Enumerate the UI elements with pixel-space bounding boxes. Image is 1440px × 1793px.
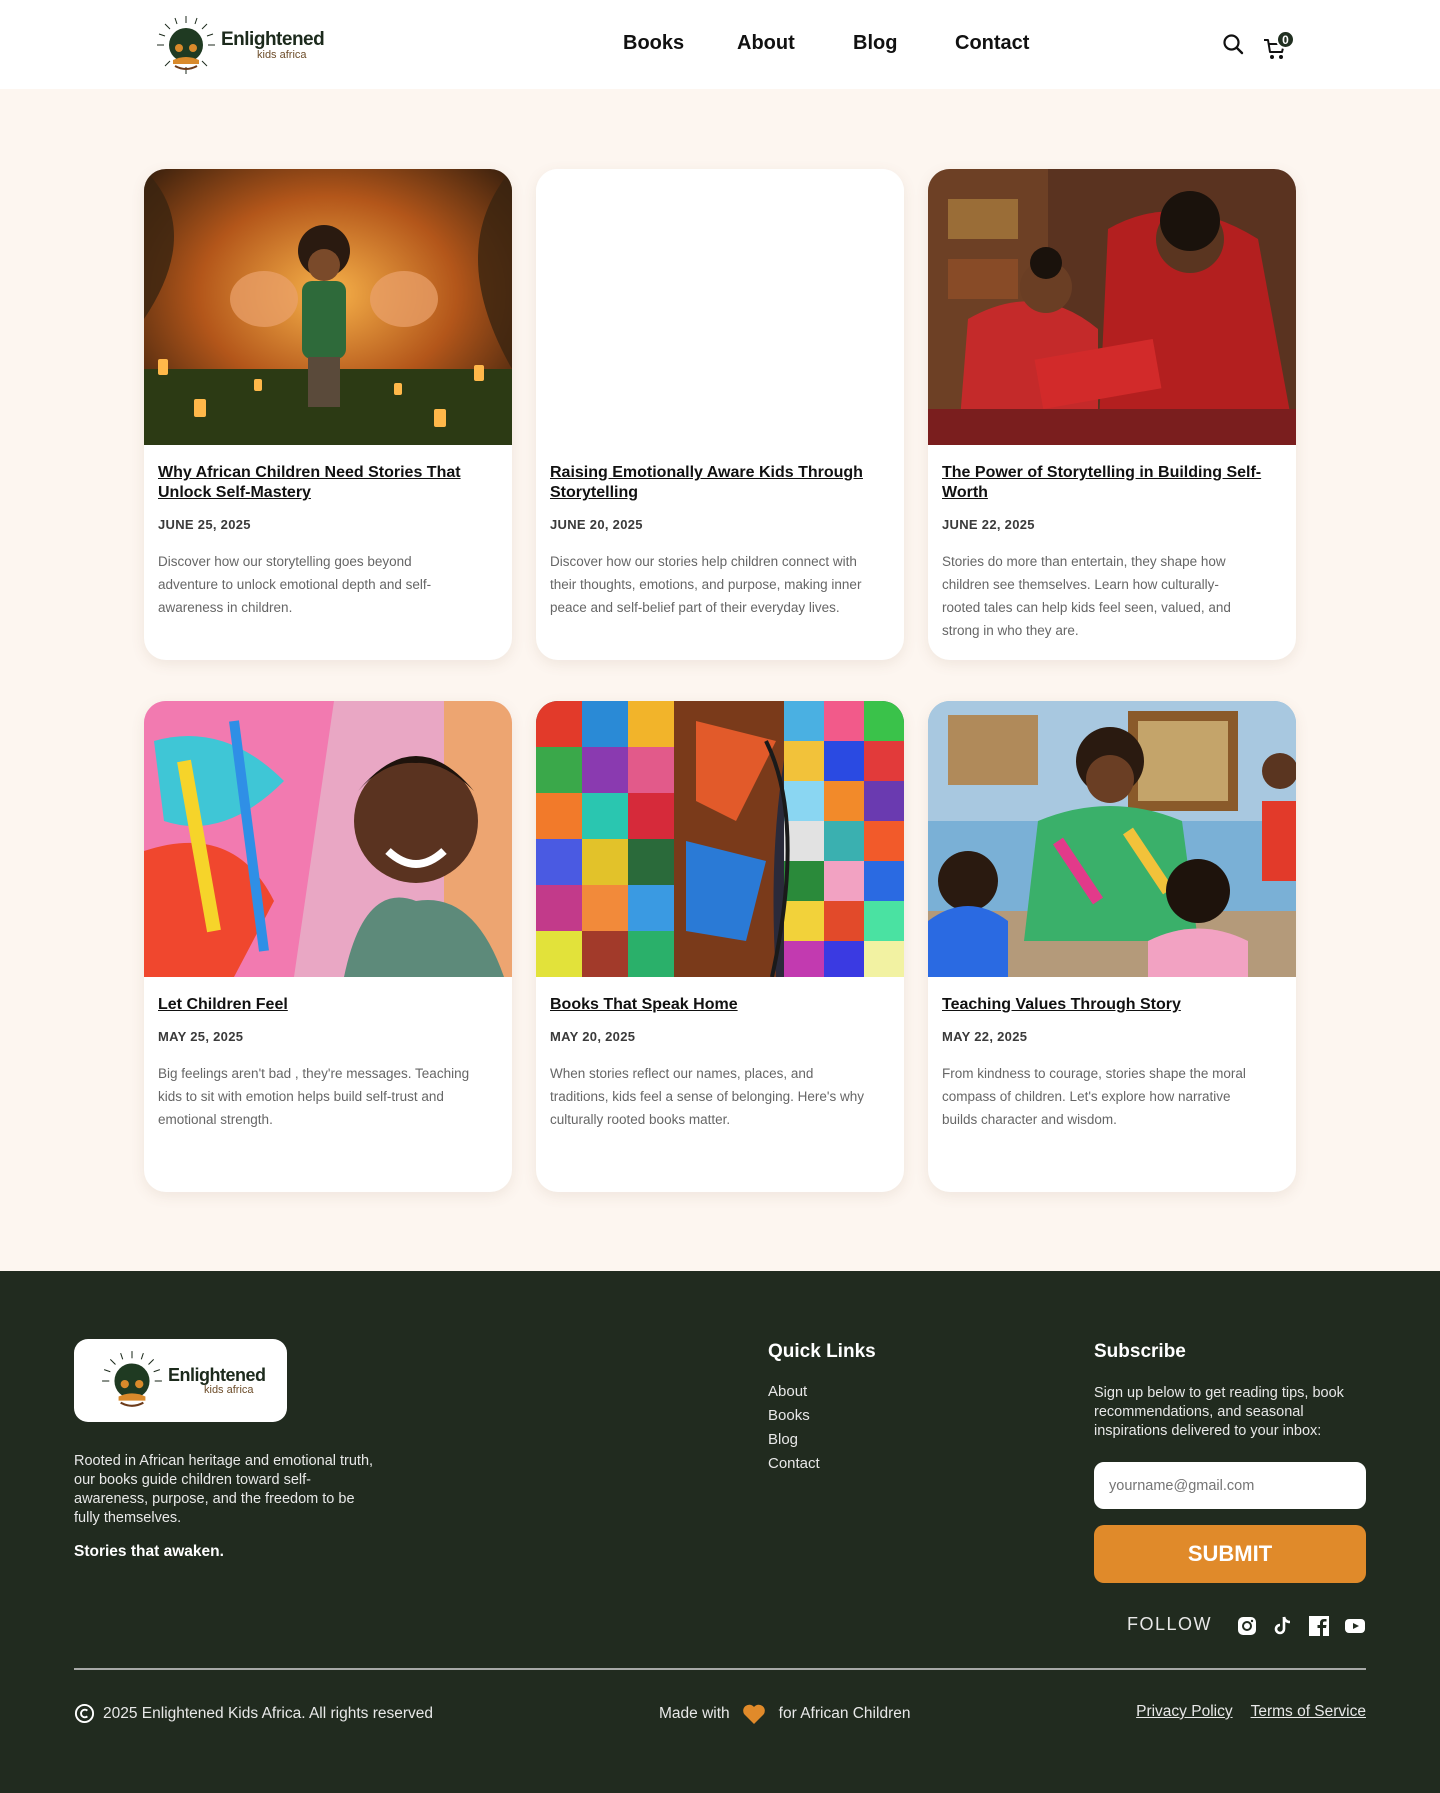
nav-contact[interactable]: Contact — [955, 32, 1045, 55]
blog-card[interactable]: Raising Emotionally Aware Kids Through S… — [536, 169, 904, 660]
search-icon[interactable] — [1222, 33, 1244, 55]
made-with-prefix: Made with — [659, 1705, 730, 1722]
blog-card[interactable]: The Power of Storytelling in Building Se… — [928, 169, 1296, 660]
post-image — [144, 701, 512, 977]
site-logo[interactable]: Enlightened kids africa — [155, 14, 325, 76]
logo-mark-icon — [102, 1350, 162, 1407]
footer-link-about[interactable]: About — [768, 1383, 807, 1400]
copyright-text: 2025 Enlightened Kids Africa. All rights… — [103, 1704, 433, 1722]
subscribe-heading: Subscribe — [1094, 1341, 1186, 1362]
footer-tagline: Stories that awaken. — [74, 1543, 224, 1560]
email-field[interactable] — [1094, 1462, 1366, 1509]
footer-logo[interactable]: Enlightened kids africa — [74, 1339, 287, 1422]
nav-books[interactable]: Books — [623, 32, 737, 55]
youtube-icon[interactable] — [1344, 1615, 1366, 1637]
post-title[interactable]: Teaching Values Through Story — [942, 995, 1262, 1015]
post-title[interactable]: Why African Children Need Stories That U… — [158, 463, 478, 503]
post-title[interactable]: Raising Emotionally Aware Kids Through S… — [550, 463, 870, 503]
instagram-icon[interactable] — [1236, 1615, 1258, 1637]
logo-subname: kids africa — [257, 48, 307, 61]
nav-about[interactable]: About — [737, 32, 853, 55]
site-footer: Enlightened kids africa Rooted in Africa… — [0, 1271, 1440, 1793]
post-image — [144, 169, 512, 445]
blog-card[interactable]: Why African Children Need Stories That U… — [144, 169, 512, 660]
logo-mark-icon — [157, 16, 215, 74]
post-title[interactable]: The Power of Storytelling in Building Se… — [942, 463, 1262, 503]
quick-links: About Books Blog Contact — [768, 1383, 820, 1479]
post-date: JUNE 22, 2025 — [942, 517, 1035, 532]
footer-link-blog[interactable]: Blog — [768, 1431, 798, 1448]
footer-link-contact[interactable]: Contact — [768, 1455, 820, 1472]
tiktok-icon[interactable] — [1272, 1615, 1294, 1637]
made-with: Made with for African Children — [659, 1703, 910, 1725]
post-date: MAY 22, 2025 — [942, 1029, 1028, 1044]
post-date: MAY 25, 2025 — [158, 1029, 244, 1044]
nav-blog[interactable]: Blog — [853, 32, 955, 55]
copyright: 2025 Enlightened Kids Africa. All rights… — [74, 1703, 433, 1724]
cart-button[interactable]: 0 — [1262, 30, 1298, 62]
privacy-policy-link[interactable]: Privacy Policy — [1136, 1703, 1232, 1721]
post-image — [928, 701, 1296, 977]
blog-card[interactable]: Teaching Values Through Story MAY 22, 20… — [928, 701, 1296, 1192]
quick-links-heading: Quick Links — [768, 1341, 876, 1362]
footer-about: Rooted in African heritage and emotional… — [74, 1453, 374, 1526]
post-excerpt: Big feelings aren't bad , they're messag… — [158, 1066, 470, 1127]
footer-link-books[interactable]: Books — [768, 1407, 810, 1424]
blog-card[interactable]: Books That Speak Home MAY 20, 2025 When … — [536, 701, 904, 1192]
post-date: MAY 20, 2025 — [550, 1029, 636, 1044]
post-excerpt: Discover how our storytelling goes beyon… — [158, 554, 432, 615]
facebook-icon[interactable] — [1308, 1615, 1330, 1637]
subscribe-text: Sign up below to get reading tips, book … — [1094, 1385, 1344, 1439]
copyright-icon — [74, 1703, 95, 1724]
made-with-suffix: for African Children — [778, 1705, 911, 1722]
footer-divider — [74, 1668, 1366, 1670]
blog-card[interactable]: Let Children Feel MAY 25, 2025 Big feeli… — [144, 701, 512, 1192]
post-image — [536, 169, 904, 445]
post-excerpt: Discover how our stories help children c… — [550, 554, 862, 615]
post-date: JUNE 25, 2025 — [158, 517, 251, 532]
post-date: JUNE 20, 2025 — [550, 517, 643, 532]
post-excerpt: From kindness to courage, stories shape … — [942, 1066, 1246, 1127]
follow-label: FOLLOW — [1127, 1614, 1213, 1634]
post-image — [536, 701, 904, 977]
heart-icon — [742, 1704, 765, 1724]
terms-of-service-link[interactable]: Terms of Service — [1251, 1703, 1366, 1721]
post-excerpt: Stories do more than entertain, they sha… — [942, 554, 1231, 638]
legal-links: Privacy Policy Terms of Service — [1136, 1703, 1366, 1721]
post-title[interactable]: Let Children Feel — [158, 995, 478, 1015]
logo-name: Enlightened — [221, 28, 325, 50]
logo-name: Enlightened — [168, 1364, 266, 1385]
site-header: Enlightened kids africa Books About Blog… — [0, 0, 1440, 89]
post-excerpt: When stories reflect our names, places, … — [550, 1066, 865, 1127]
main-nav: Books About Blog Contact — [623, 32, 1045, 55]
submit-button[interactable]: SUBMIT — [1094, 1525, 1366, 1583]
social-links — [1236, 1615, 1366, 1637]
logo-subname: kids africa — [204, 1383, 254, 1396]
cart-count-badge: 0 — [1276, 30, 1295, 49]
post-title[interactable]: Books That Speak Home — [550, 995, 870, 1015]
post-image — [928, 169, 1296, 445]
